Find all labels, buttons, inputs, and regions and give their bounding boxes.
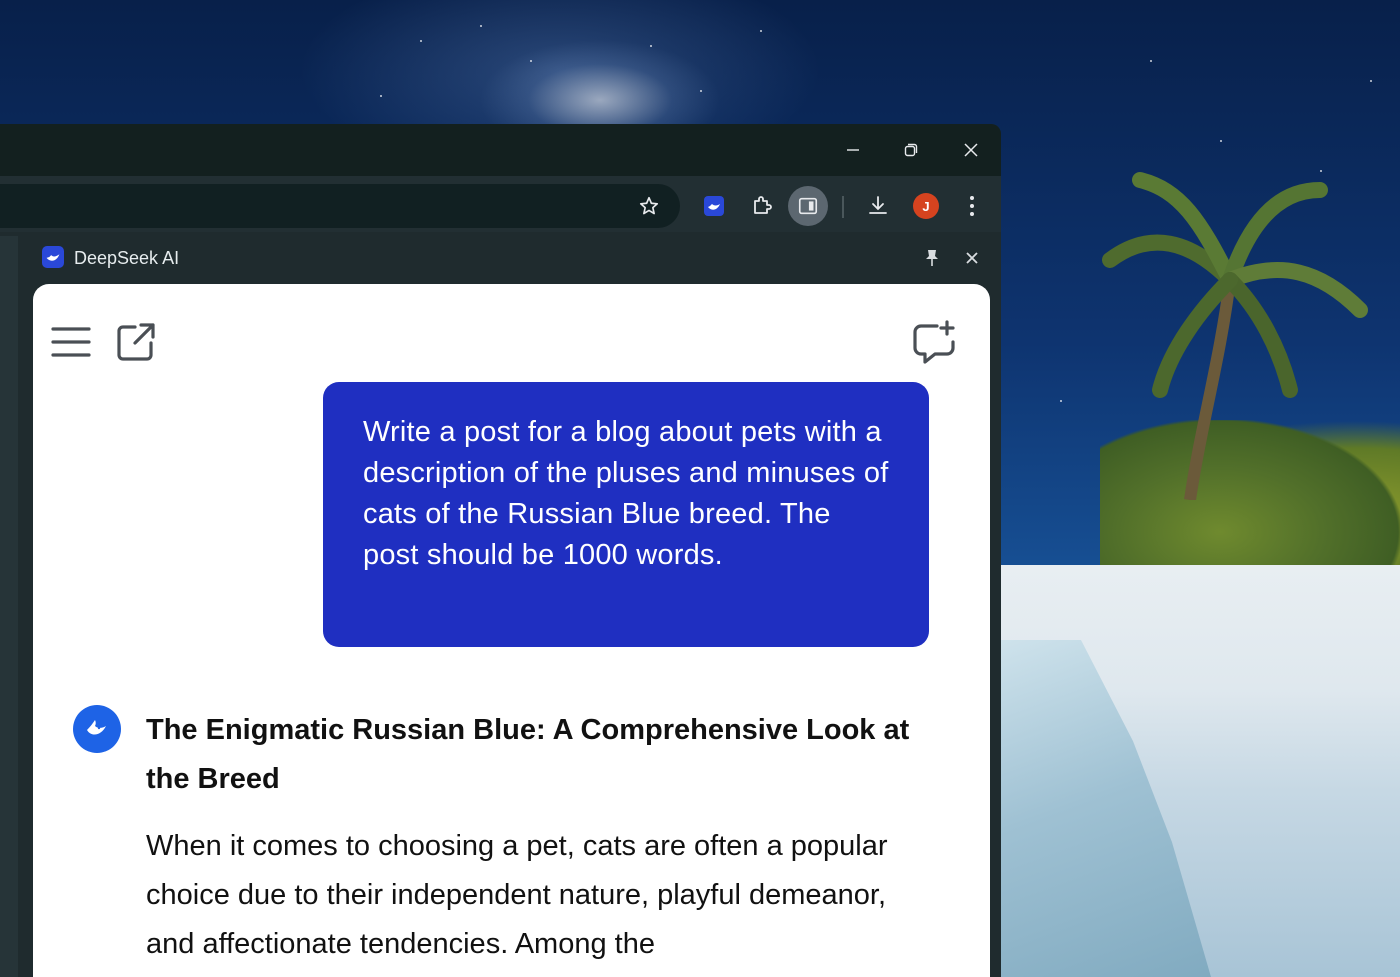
downloads-button[interactable]: [858, 186, 898, 226]
star-icon: [639, 196, 659, 215]
side-panel-title: DeepSeek AI: [74, 248, 180, 268]
deepseek-chat-panel: Write a post for a blog about pets with …: [33, 284, 990, 977]
avatar: J: [913, 193, 939, 219]
user-message-bubble: Write a post for a blog about pets with …: [323, 382, 929, 647]
deepseek-whale-icon: [73, 705, 121, 753]
menu-button[interactable]: [51, 324, 91, 365]
restore-button[interactable]: [882, 132, 940, 168]
answer-heading: The Enigmatic Russian Blue: A Comprehens…: [146, 714, 910, 795]
download-icon: [869, 196, 887, 214]
extensions-button[interactable]: [742, 186, 782, 226]
page-content-edge: [0, 236, 18, 977]
open-in-tab-button[interactable]: [115, 321, 157, 368]
side-panel-header: DeepSeek AI: [30, 236, 1000, 282]
more-menu-button[interactable]: [952, 186, 992, 226]
minimize-button[interactable]: [824, 132, 882, 168]
title-bar: [0, 124, 1001, 176]
bookmark-star-button[interactable]: [629, 186, 669, 226]
toolbar-divider: [842, 196, 844, 218]
deepseek-extension-icon: [704, 196, 724, 216]
close-icon: [966, 252, 978, 264]
side-panel-button[interactable]: [788, 186, 828, 226]
menu-icon: [51, 327, 91, 357]
palm-tree-image: [1102, 172, 1368, 500]
browser-window: J DeepSeek AI Write a post for a blog ab: [0, 124, 1001, 977]
address-bar[interactable]: [0, 184, 680, 228]
close-window-button[interactable]: [942, 132, 1000, 168]
close-panel-button[interactable]: [958, 244, 986, 272]
side-panel-icon: [798, 197, 818, 215]
more-vert-icon: [970, 196, 974, 216]
restore-icon: [904, 143, 918, 157]
pin-panel-button[interactable]: [918, 244, 946, 272]
extensions-puzzle-icon: [754, 196, 772, 214]
profile-button[interactable]: J: [906, 186, 946, 226]
new-chat-icon: [913, 320, 955, 364]
deepseek-logo-icon: [42, 246, 64, 268]
answer-paragraph: When it comes to choosing a pet, cats ar…: [146, 830, 888, 960]
deepseek-extension-button[interactable]: [694, 186, 734, 226]
pin-icon: [926, 250, 938, 266]
minimize-icon: [847, 149, 859, 151]
browser-toolbar: J: [0, 176, 1001, 232]
open-external-icon: [117, 323, 155, 361]
new-chat-button[interactable]: [911, 320, 959, 373]
close-icon: [964, 143, 978, 157]
